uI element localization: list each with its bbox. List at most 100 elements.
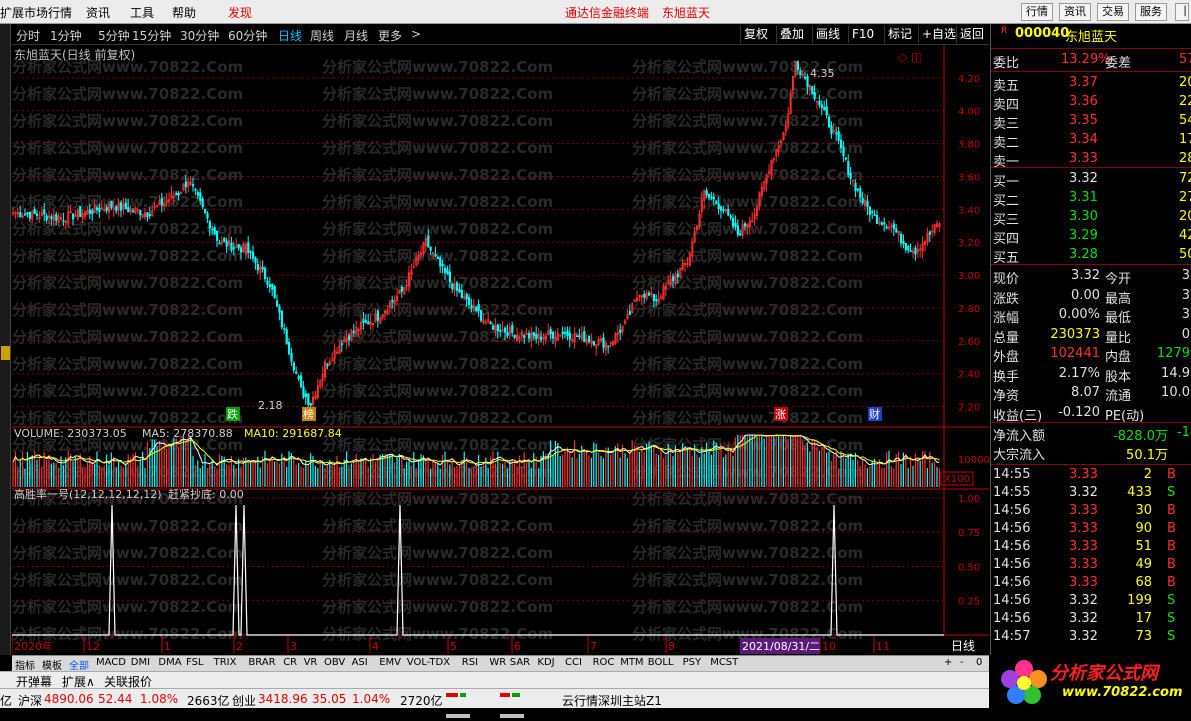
- indicator-tab-macd[interactable]: MACD: [96, 657, 126, 668]
- panel-control-remove[interactable]: -: [960, 657, 964, 668]
- menu-item-help[interactable]: 帮助: [172, 4, 196, 21]
- index2-name[interactable]: 创业: [232, 692, 256, 709]
- indicator-tab-obv[interactable]: OBV: [324, 657, 345, 668]
- tick-row[interactable]: 14:56 3.33 90 B: [991, 521, 1191, 539]
- ask-row[interactable]: 卖五 3.37 20: [991, 75, 1191, 94]
- tick-row[interactable]: 14:56 3.33 68 B: [991, 575, 1191, 593]
- tick-row[interactable]: 14:56 3.32 17 S: [991, 611, 1191, 629]
- menu-item-discover[interactable]: 发现: [228, 4, 252, 21]
- indicator-tab-dmi[interactable]: DMI: [131, 657, 150, 668]
- back-button[interactable]: 返回: [956, 26, 987, 43]
- indicator-tab-mcst[interactable]: MCST: [710, 657, 738, 668]
- period-tab-1min[interactable]: 1分钟: [50, 27, 82, 44]
- tick-row[interactable]: 14:55 3.33 2 B: [991, 467, 1191, 485]
- indicator-tab-指标[interactable]: 指标: [15, 657, 35, 672]
- trade-button[interactable]: 交易: [1097, 3, 1129, 21]
- indicator-tab-cci[interactable]: CCI: [565, 657, 582, 668]
- tick-row[interactable]: 14:57 3.32 73 S: [991, 629, 1191, 647]
- period-tab-15min[interactable]: 15分钟: [132, 27, 171, 44]
- f10-button[interactable]: F10: [848, 26, 877, 43]
- adjust-button[interactable]: 复权: [740, 26, 771, 43]
- bid-row[interactable]: 买三 3.30 20: [991, 209, 1191, 228]
- indicator-tab-cr[interactable]: CR: [283, 657, 297, 668]
- flow-row[interactable]: 大宗流入 50.1万: [991, 444, 1191, 463]
- candle-body: [223, 237, 226, 242]
- period-tab-monthly[interactable]: 月线: [344, 27, 368, 44]
- period-tab-intraday[interactable]: 分时: [16, 27, 40, 44]
- candle-body: [928, 231, 931, 235]
- server-name[interactable]: 云行情深圳主站Z1: [562, 692, 662, 709]
- service-button[interactable]: 服务: [1135, 3, 1167, 21]
- ask-level-label: 卖二: [993, 136, 1020, 151]
- tick-row[interactable]: 14:56 3.33 51 B: [991, 539, 1191, 557]
- indicator-tab-fsl[interactable]: FSL: [186, 657, 204, 668]
- indicator-tab-dma[interactable]: DMA: [158, 657, 181, 668]
- indicator-tab-sar[interactable]: SAR: [510, 657, 530, 668]
- period-tab-30min[interactable]: 30分钟: [180, 27, 219, 44]
- stat-row[interactable]: 现价 3.32 今开 3: [991, 268, 1191, 287]
- panel-control-add[interactable]: +: [944, 657, 952, 668]
- news-button[interactable]: 资讯: [1059, 3, 1091, 21]
- bid-row[interactable]: 买五3.2850: [991, 247, 1191, 266]
- overlay-button[interactable]: 叠加: [776, 26, 807, 43]
- quote-button[interactable]: 行情: [1021, 3, 1053, 21]
- bid-row[interactable]: 买一 3.32 72: [991, 171, 1191, 190]
- mark-button[interactable]: 标记: [884, 26, 915, 43]
- period-tab-more[interactable]: 更多: [378, 27, 402, 44]
- menu-item-market[interactable]: 扩展市场行情: [0, 4, 72, 21]
- period-tab-weekly[interactable]: 周线: [310, 27, 334, 44]
- indicator-tab-rsi[interactable]: RSI: [462, 657, 478, 668]
- period-tab-daily[interactable]: 日线: [278, 27, 302, 44]
- collapse-icon[interactable]: ▕: [1175, 3, 1189, 21]
- indicator-tab-mtm[interactable]: MTM: [620, 657, 643, 668]
- bid-row[interactable]: 买四 3.29 42: [991, 228, 1191, 247]
- flow-row[interactable]: 净流入额 -828.0万 -1: [991, 425, 1191, 444]
- chevron-right-icon[interactable]: >: [411, 27, 421, 41]
- stat-row[interactable]: 收益(三) -0.120 PE(动): [991, 405, 1191, 424]
- candle-body: [240, 247, 243, 253]
- stat-row[interactable]: 外盘 102441 内盘 1279: [991, 346, 1191, 365]
- bid-row[interactable]: 买二 3.31 27: [991, 190, 1191, 209]
- indicator-tab-boll[interactable]: BOLL: [648, 657, 674, 668]
- indicator-tab-模板[interactable]: 模板: [42, 657, 62, 672]
- indicator-tab-wr[interactable]: WR: [489, 657, 506, 668]
- indicator-tab-roc[interactable]: ROC: [593, 657, 615, 668]
- ask-row[interactable]: 卖四 3.36 22: [991, 94, 1191, 113]
- tick-row[interactable]: 14:56 3.33 30 B: [991, 503, 1191, 521]
- menu-item-tools[interactable]: 工具: [130, 4, 154, 21]
- candle-body: [643, 293, 646, 298]
- stat-row[interactable]: 净资 8.07 流通 10.0: [991, 385, 1191, 404]
- stat-row[interactable]: 涨跌 0.00 最高 3: [991, 288, 1191, 307]
- period-tab-5min[interactable]: 5分钟: [98, 27, 130, 44]
- draw-button[interactable]: 画线: [812, 26, 843, 43]
- add-watchlist-button[interactable]: +自选: [918, 26, 959, 43]
- tick-row[interactable]: 14:55 3.32 433 S: [991, 485, 1191, 503]
- indicator-tab-vol-tdx[interactable]: VOL-TDX: [407, 657, 450, 668]
- chart-option-icons[interactable]: ◇ ◫: [898, 50, 922, 64]
- indicator-tab-kdj[interactable]: KDJ: [537, 657, 554, 668]
- tick-row[interactable]: 14:56 3.32 199 S: [991, 593, 1191, 611]
- stat-row[interactable]: 总量 230373 量比 0: [991, 327, 1191, 346]
- indicator-tab-vr[interactable]: VR: [304, 657, 318, 668]
- stat-row[interactable]: 涨幅 0.00% 最低 3: [991, 307, 1191, 326]
- menu-item-news[interactable]: 资讯: [86, 4, 110, 21]
- indicator-tab-全部[interactable]: 全部: [69, 657, 89, 672]
- candle-body: [35, 213, 39, 217]
- panel-control-reset[interactable]: 0: [976, 657, 982, 668]
- ask-row[interactable]: 卖三 3.35 54: [991, 113, 1191, 132]
- period-tab-60min[interactable]: 60分钟: [228, 27, 267, 44]
- left-side-strip[interactable]: [0, 24, 11, 655]
- indicator-tab-psy[interactable]: PSY: [683, 657, 702, 668]
- candle-body: [628, 311, 631, 315]
- tick-row[interactable]: 14:56 3.33 49 B: [991, 557, 1191, 575]
- kline-chart[interactable]: 4.20 4.00 3.80 3.60 3.40 3.20 3.00 2.80 2.60 2.40…: [12, 45, 989, 655]
- index1-name[interactable]: 沪深: [18, 692, 42, 709]
- indicator-tab-emv[interactable]: EMV: [379, 657, 401, 668]
- tick-volume: 90: [1135, 521, 1152, 536]
- expand-handle-icon[interactable]: [1, 346, 10, 360]
- stat-row[interactable]: 换手 2.17% 股本 14.9: [991, 366, 1191, 385]
- indicator-tab-trix[interactable]: TRIX: [214, 657, 237, 668]
- indicator-tab-brar[interactable]: BRAR: [248, 657, 275, 668]
- ask-row[interactable]: 卖二 3.34 17: [991, 132, 1191, 151]
- indicator-tab-asi[interactable]: ASI: [352, 657, 368, 668]
